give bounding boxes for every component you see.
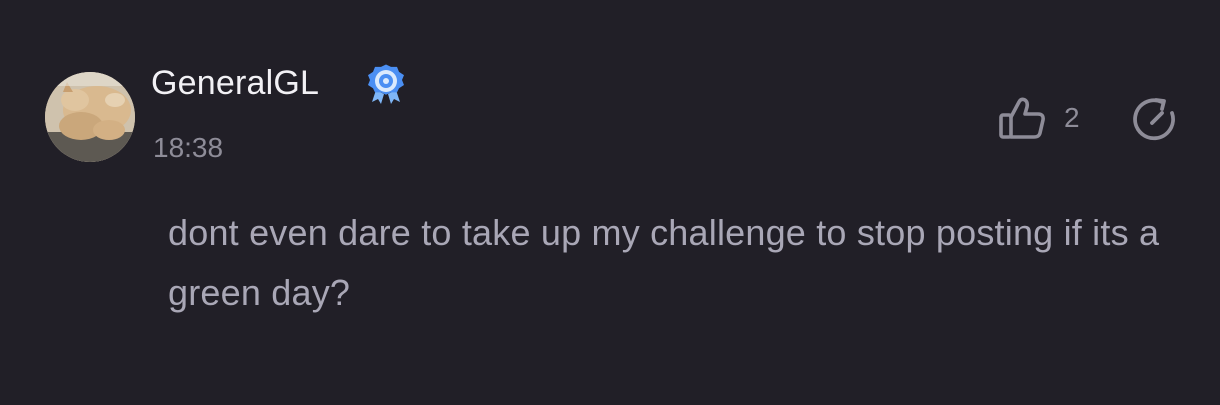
timestamp: 18:38	[153, 132, 224, 163]
avatar[interactable]	[45, 72, 135, 162]
like-button[interactable]: 2	[996, 93, 1092, 147]
comment-card: GeneralGL 18:38 2 dont even dare to take…	[0, 0, 1220, 405]
refresh-icon[interactable]	[1128, 93, 1182, 147]
verified-badge-icon	[364, 64, 408, 108]
thumbs-up-icon[interactable]	[996, 93, 1050, 147]
author-name[interactable]: GeneralGL	[151, 64, 319, 103]
like-count: 2	[1064, 102, 1080, 133]
comment-text: dont even dare to take up my challenge t…	[168, 212, 1160, 313]
refresh-button[interactable]	[1128, 93, 1182, 147]
cat-avatar-image	[45, 72, 135, 162]
